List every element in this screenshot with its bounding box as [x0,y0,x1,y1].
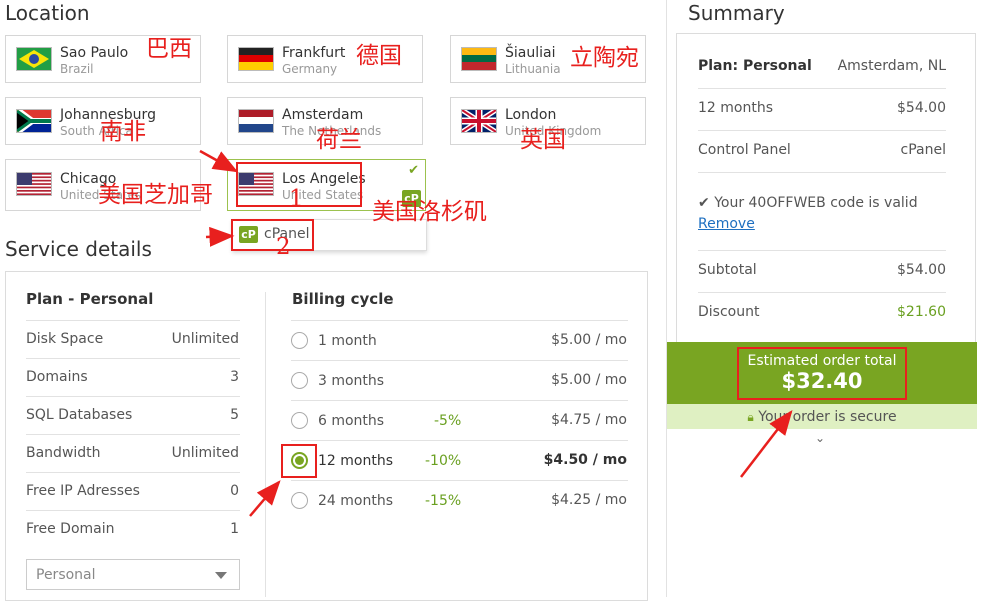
arrow-to-order-total [740,410,793,478]
annotation-arrows [199,149,793,517]
arrow-to-los-angeles [199,149,239,173]
arrow-to-12-months [249,480,281,517]
arrow-to-cpanel [205,226,235,247]
